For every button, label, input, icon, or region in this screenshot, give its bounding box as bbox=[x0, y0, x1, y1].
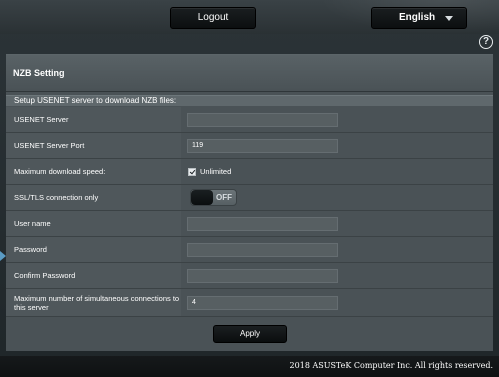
max-download-speed-row: Maximum download speed: Unlimited bbox=[6, 159, 493, 185]
password-row: Password bbox=[6, 237, 493, 263]
ssl-tls-row: SSL/TLS connection only OFF bbox=[6, 185, 493, 211]
password-label: Password bbox=[6, 237, 181, 262]
copyright-text: 2018 ASUSTeK Computer Inc. All rights re… bbox=[289, 361, 493, 370]
section-header: Setup USENET server to download NZB file… bbox=[6, 95, 493, 106]
ssl-tls-toggle[interactable]: OFF bbox=[190, 189, 237, 206]
confirm-password-cell bbox=[181, 263, 493, 288]
password-input[interactable] bbox=[187, 243, 338, 257]
ssl-tls-label: SSL/TLS connection only bbox=[6, 185, 181, 210]
page: Logout English ? NZB Setting Setup USENE… bbox=[0, 0, 499, 377]
usenet-server-port-cell: 119 bbox=[181, 133, 493, 158]
confirm-password-label: Confirm Password bbox=[6, 263, 181, 288]
caret-down-icon bbox=[445, 16, 453, 21]
language-select[interactable]: English bbox=[371, 7, 467, 29]
user-name-cell bbox=[181, 211, 493, 236]
footer: 2018 ASUSTeK Computer Inc. All rights re… bbox=[0, 356, 499, 377]
language-label: English bbox=[399, 12, 436, 23]
max-download-speed-label: Maximum download speed: bbox=[6, 159, 181, 184]
panel-title: NZB Setting bbox=[13, 68, 65, 78]
apply-button[interactable]: Apply bbox=[213, 325, 287, 343]
ssl-tls-cell: OFF bbox=[181, 185, 493, 210]
max-connections-input[interactable]: 4 bbox=[187, 296, 338, 310]
usenet-server-label: USENET Server bbox=[6, 107, 181, 132]
toggle-state-label: OFF bbox=[216, 193, 232, 202]
usenet-server-input[interactable] bbox=[187, 113, 338, 127]
password-cell bbox=[181, 237, 493, 262]
logout-button[interactable]: Logout bbox=[170, 7, 256, 29]
confirm-password-input[interactable] bbox=[187, 269, 338, 283]
toggle-knob bbox=[191, 190, 213, 205]
unlimited-checkbox[interactable] bbox=[188, 168, 196, 176]
nzb-settings-panel: NZB Setting Setup USENET server to downl… bbox=[6, 54, 493, 351]
user-name-input[interactable] bbox=[187, 217, 338, 231]
max-connections-label: Maximum number of simultaneous connectio… bbox=[6, 289, 181, 316]
max-connections-row: Maximum number of simultaneous connectio… bbox=[6, 289, 493, 317]
usenet-server-row: USENET Server bbox=[6, 107, 493, 133]
apply-bar: Apply bbox=[6, 321, 493, 351]
usenet-server-port-label: USENET Server Port bbox=[6, 133, 181, 158]
confirm-password-row: Confirm Password bbox=[6, 263, 493, 289]
usenet-server-port-input[interactable]: 119 bbox=[187, 139, 338, 153]
top-bar: Logout English bbox=[0, 0, 499, 34]
user-name-row: User name bbox=[6, 211, 493, 237]
max-download-speed-cell: Unlimited bbox=[181, 159, 493, 184]
usenet-server-port-row: USENET Server Port 119 bbox=[6, 133, 493, 159]
user-name-label: User name bbox=[6, 211, 181, 236]
max-connections-cell: 4 bbox=[181, 289, 493, 316]
usenet-server-cell bbox=[181, 107, 493, 132]
panel-header: NZB Setting bbox=[6, 55, 493, 92]
help-icon[interactable]: ? bbox=[479, 35, 493, 49]
unlimited-checkbox-label: Unlimited bbox=[200, 167, 232, 176]
